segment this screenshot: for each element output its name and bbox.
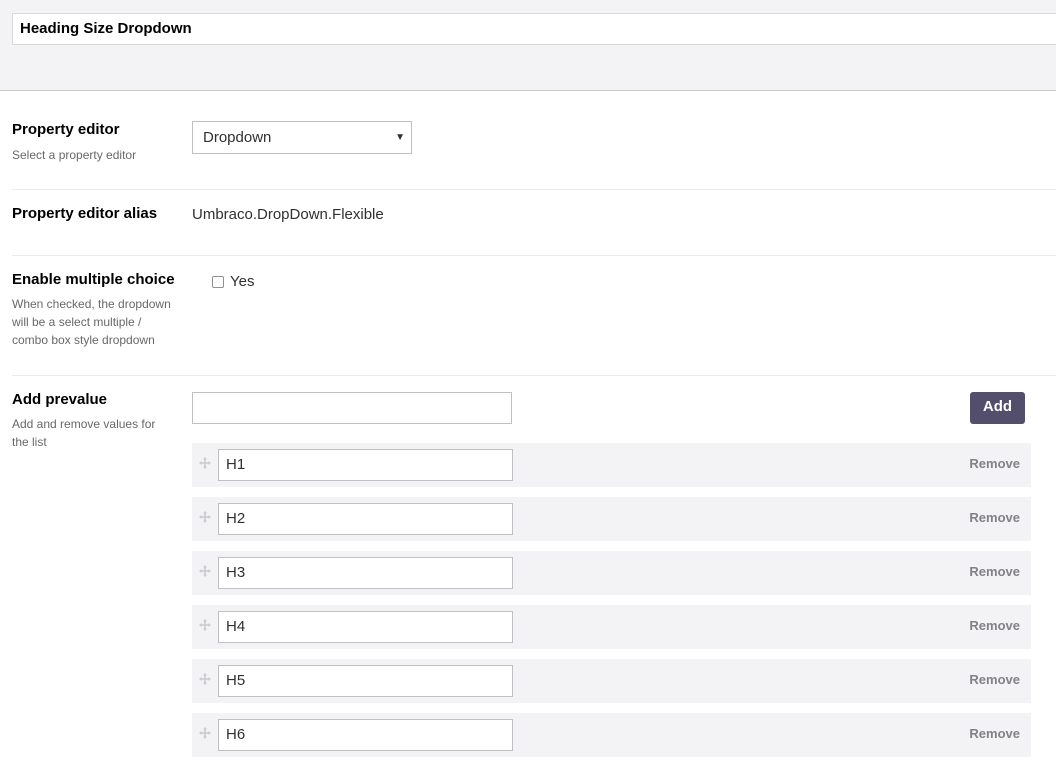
prevalue-input[interactable]: H3 [218,557,513,589]
prevalue-input[interactable]: H1 [218,449,513,481]
prevalue-row: H5 Remove [192,659,1031,703]
drag-handle-icon[interactable] [198,564,212,578]
property-editor-alias-value: Umbraco.DropDown.Flexible [192,206,384,223]
remove-button[interactable]: Remove [969,726,1020,741]
prevalue-input[interactable]: H2 [218,503,513,535]
remove-button[interactable]: Remove [969,672,1020,687]
prevalue-input[interactable]: H5 [218,665,513,697]
drag-handle-icon[interactable] [198,456,212,470]
prevalue-input[interactable]: H4 [218,611,513,643]
multiple-choice-checkbox-label[interactable]: Yes [230,273,254,290]
remove-button[interactable]: Remove [969,456,1020,471]
multiple-choice-label: Enable multiple choice [12,271,175,288]
remove-button[interactable]: Remove [969,618,1020,633]
property-editor-selected-value: Dropdown [203,129,272,146]
multiple-choice-description: When checked, the dropdown will be a sel… [12,297,171,347]
drag-handle-icon[interactable] [198,510,212,524]
multiple-choice-row: Enable multiple choice When checked, the… [12,256,1056,376]
property-editor-label: Property editor [12,121,120,138]
property-editor-alias-row: Property editor alias Umbraco.DropDown.F… [12,190,1056,256]
add-button[interactable]: Add [970,392,1025,424]
new-prevalue-input[interactable] [192,392,512,424]
multiple-choice-checkbox[interactable] [212,276,224,288]
prevalue-row: H6 Remove [192,713,1031,757]
drag-handle-icon[interactable] [198,726,212,740]
name-input[interactable]: Heading Size Dropdown [12,13,1056,45]
add-prevalue-label: Add prevalue [12,391,108,408]
prevalue-row: H4 Remove [192,605,1031,649]
prevalue-input[interactable]: H6 [218,719,513,751]
prevalue-row: H3 Remove [192,551,1031,595]
add-prevalue-description: Add and remove values for the list [12,417,156,449]
prevalue-row: H1 Remove [192,443,1031,487]
drag-handle-icon[interactable] [198,672,212,686]
property-editor-select[interactable]: Dropdown ▼ [192,121,412,154]
remove-button[interactable]: Remove [969,510,1020,525]
prevalue-row: H2 Remove [192,497,1031,541]
chevron-down-icon: ▼ [395,132,405,143]
property-editor-description: Select a property editor [12,148,137,162]
header-band: Heading Size Dropdown [0,0,1056,91]
remove-button[interactable]: Remove [969,564,1020,579]
property-editor-row: Property editor Select a property editor… [12,91,1056,190]
add-prevalue-row: Add prevalue Add and remove values for t… [12,376,1056,449]
property-editor-alias-label: Property editor alias [12,205,158,222]
drag-handle-icon[interactable] [198,618,212,632]
